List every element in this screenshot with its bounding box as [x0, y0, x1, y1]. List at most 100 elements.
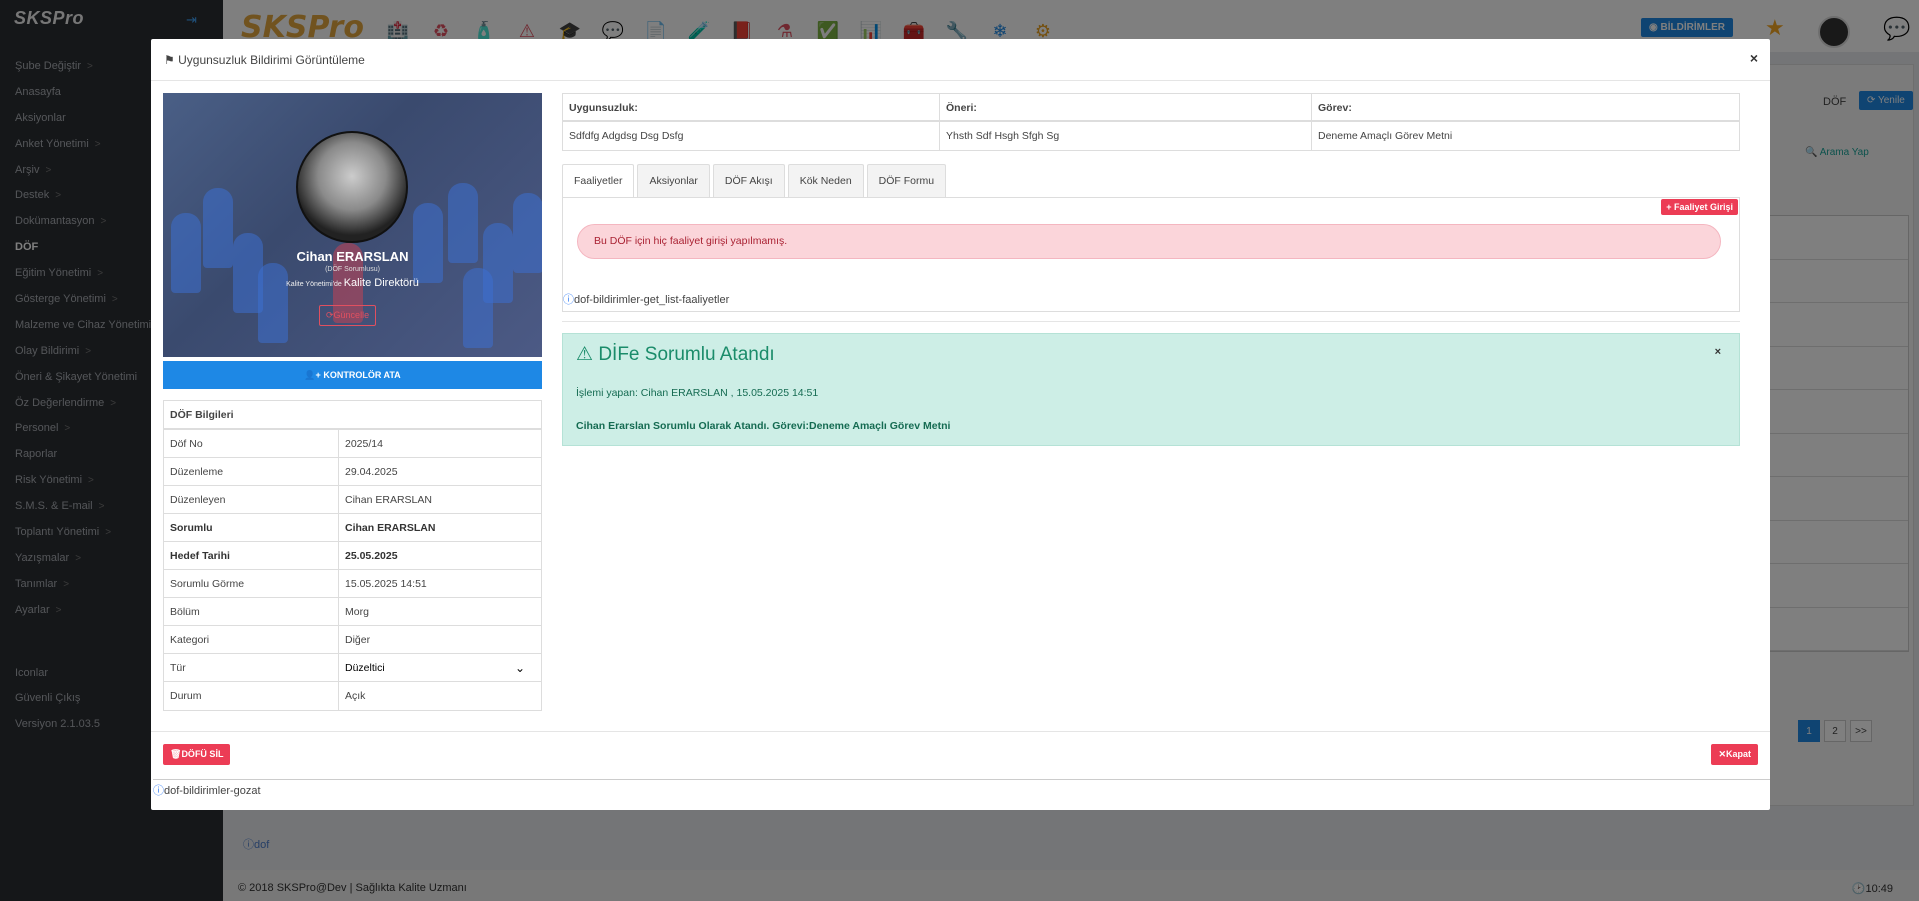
info-key: Bölüm [164, 598, 339, 625]
profile-dept-prefix: Kalite Yönetimi'de [286, 281, 342, 288]
table-row: Döf No 2025/14 [164, 430, 541, 458]
summary-header: Öneri: [940, 94, 1312, 120]
close-icon[interactable]: × [1715, 346, 1721, 358]
empty-message: Bu DÖF için hiç faaliyet girişi yapılmam… [577, 224, 1721, 259]
table-row: Kategori Diğer [164, 626, 541, 654]
info-key: Hedef Tarihi [164, 542, 339, 569]
modal-title: ⚑ Uygunsuzluk Bildirimi Görüntüleme [164, 53, 365, 67]
divider [562, 321, 1740, 322]
profile-name: Cihan ERARSLAN [296, 249, 409, 264]
info-key: Sorumlu [164, 514, 339, 541]
info-key: Tür [164, 654, 339, 681]
tab-dof-formu[interactable]: DÖF Formu [866, 164, 947, 197]
info-value: Açık [339, 682, 541, 710]
flag-icon: ⚑ [164, 53, 175, 67]
tab-dof-akisi[interactable]: DÖF Akışı [712, 164, 785, 197]
kontrolor-ata-label: KONTROLÖR ATA [323, 370, 401, 380]
faaliyet-girisi-button[interactable]: + Faaliyet Girişi [1661, 199, 1738, 215]
info-value-text: 25.05.2025 [345, 550, 398, 562]
tab-ref-text: dof-bildirimler-get_list-faaliyetler [574, 294, 730, 306]
summary-value: Yhsth Sdf Hsgh Sfgh Sg [940, 122, 1312, 150]
table-row: Sorumlu Görme 15.05.2025 14:51 [164, 570, 541, 598]
modal-footer-ref: ⓘdof-bildirimler-gozat [153, 779, 1770, 798]
assignment-alert: ⚠ DİFe Sorumlu Atandı × İşlemi yapan: Ci… [562, 333, 1740, 446]
guncelle-button[interactable]: ⟳Güncelle [319, 305, 377, 326]
alert-title: ⚠ DİFe Sorumlu Atandı [576, 343, 775, 366]
info-value: Cihan ERARSLAN [339, 486, 541, 513]
guncelle-label: Güncelle [333, 310, 370, 320]
tab-faaliyetler[interactable]: Faaliyetler [562, 164, 635, 198]
tur-select[interactable]: Düzeltici ⌄ [339, 654, 541, 681]
modal-title-text: Uygunsuzluk Bildirimi Görüntüleme [178, 53, 365, 67]
table-row: Düzenleme 29.04.2025 [164, 458, 541, 486]
info-key: Sorumlu Görme [164, 570, 339, 597]
modal-footer-ref-text: dof-bildirimler-gozat [164, 785, 261, 797]
info-key: Düzenleyen [164, 486, 339, 513]
info-value: Morg [339, 598, 541, 625]
refresh-icon: ⟳ [326, 310, 334, 320]
table-row: Hedef Tarihi 25.05.2025 [164, 542, 541, 570]
info-value-text: Düzeltici [345, 662, 385, 674]
chevron-down-icon: ⌄ [514, 661, 525, 675]
alert-title-text: DİFe Sorumlu Atandı [598, 344, 775, 365]
info-value-text: 2025/14 [345, 438, 383, 450]
tab-ref: ⓘdof-bildirimler-get_list-faaliyetler [563, 291, 729, 307]
trash-icon: 🗑 [170, 749, 182, 759]
close-icon: ✕ [1718, 749, 1726, 759]
summary-table: Uygunsuzluk: Öneri: Görev: Sdfdfg Adgdsg… [562, 93, 1740, 151]
info-value: 25.05.2025 [339, 542, 541, 569]
summary-value-row: Sdfdfg Adgdsg Dsg Dsfg Yhsth Sdf Hsgh Sf… [563, 122, 1739, 150]
table-row: Bölüm Morg [164, 598, 541, 626]
info-value-text: Açık [345, 690, 366, 702]
summary-header: Uygunsuzluk: [563, 94, 940, 120]
info-icon: ⓘ [153, 785, 164, 797]
user-plus-icon: 👤+ [304, 370, 321, 380]
warning-icon: ⚠ [576, 344, 594, 365]
info-value-text: Cihan ERARSLAN [345, 522, 436, 534]
kontrolor-ata-button[interactable]: 👤+ KONTROLÖR ATA [163, 361, 542, 389]
dof-info-heading: DÖF Bilgileri [164, 401, 541, 430]
close-icon[interactable]: × [1750, 50, 1758, 66]
tab-kok-neden[interactable]: Kök Neden [787, 164, 864, 197]
alert-line-2: Cihan Erarslan Sorumlu Olarak Atandı. Gö… [576, 420, 951, 432]
info-key: Kategori [164, 626, 339, 653]
profile-role: (DÖF Sorumlusu) [325, 266, 380, 273]
uygunsuzluk-modal: ⚑ Uygunsuzluk Bildirimi Görüntüleme × Ci… [151, 39, 1770, 810]
info-value: Diğer [339, 626, 541, 653]
profile-dept-title: Kalite Direktörü [343, 277, 419, 289]
modal-footer-divider [151, 731, 1770, 732]
info-value-text: 29.04.2025 [345, 466, 398, 478]
plus-icon: + [1666, 202, 1672, 212]
tab-bar: Faaliyetler Aksiyonlar DÖF Akışı Kök Ned… [562, 164, 947, 198]
faaliyet-girisi-label: Faaliyet Girişi [1673, 202, 1733, 212]
kapat-label: Kapat [1725, 749, 1751, 759]
dof-sil-label: DÖFÜ SİL [181, 749, 224, 759]
info-icon: ⓘ [563, 294, 574, 306]
summary-header-row: Uygunsuzluk: Öneri: Görev: [563, 94, 1739, 122]
info-value-text: Cihan ERARSLAN [345, 494, 432, 506]
profile-photo [296, 131, 408, 243]
background-figure [233, 233, 263, 313]
table-row: Sorumlu Cihan ERARSLAN [164, 514, 541, 542]
info-key: Döf No [164, 430, 339, 457]
profile-dept: Kalite Yönetimi'de Kalite Direktörü [163, 277, 542, 289]
info-value: 29.04.2025 [339, 458, 541, 485]
faaliyetler-pane: + Faaliyet Girişi Bu DÖF için hiç faaliy… [562, 197, 1740, 312]
modal-header: ⚑ Uygunsuzluk Bildirimi Görüntüleme × [151, 39, 1770, 81]
info-value-text: Diğer [345, 634, 371, 646]
table-row: Durum Açık [164, 682, 541, 710]
tab-aksiyonlar[interactable]: Aksiyonlar [637, 164, 710, 197]
alert-line-1: İşlemi yapan: Cihan ERARSLAN , 15.05.202… [576, 387, 819, 399]
kapat-button[interactable]: ✕Kapat [1711, 744, 1758, 765]
info-value-text: 15.05.2025 14:51 [345, 578, 427, 590]
dof-sil-button[interactable]: 🗑DÖFÜ SİL [163, 744, 231, 765]
table-row: Düzenleyen Cihan ERARSLAN [164, 486, 541, 514]
info-value: 2025/14 [339, 430, 541, 457]
profile-card: Cihan ERARSLAN (DÖF Sorumlusu) Kalite Yö… [163, 93, 542, 357]
dof-info-table: DÖF Bilgileri Döf No 2025/14 Düzenleme 29.0… [163, 400, 542, 711]
info-value: 15.05.2025 14:51 [339, 570, 541, 597]
info-key: Düzenleme [164, 458, 339, 485]
summary-header: Görev: [1318, 102, 1352, 114]
summary-value: Sdfdfg Adgdsg Dsg Dsfg [563, 122, 940, 150]
table-row: Tür Düzeltici ⌄ [164, 654, 541, 682]
